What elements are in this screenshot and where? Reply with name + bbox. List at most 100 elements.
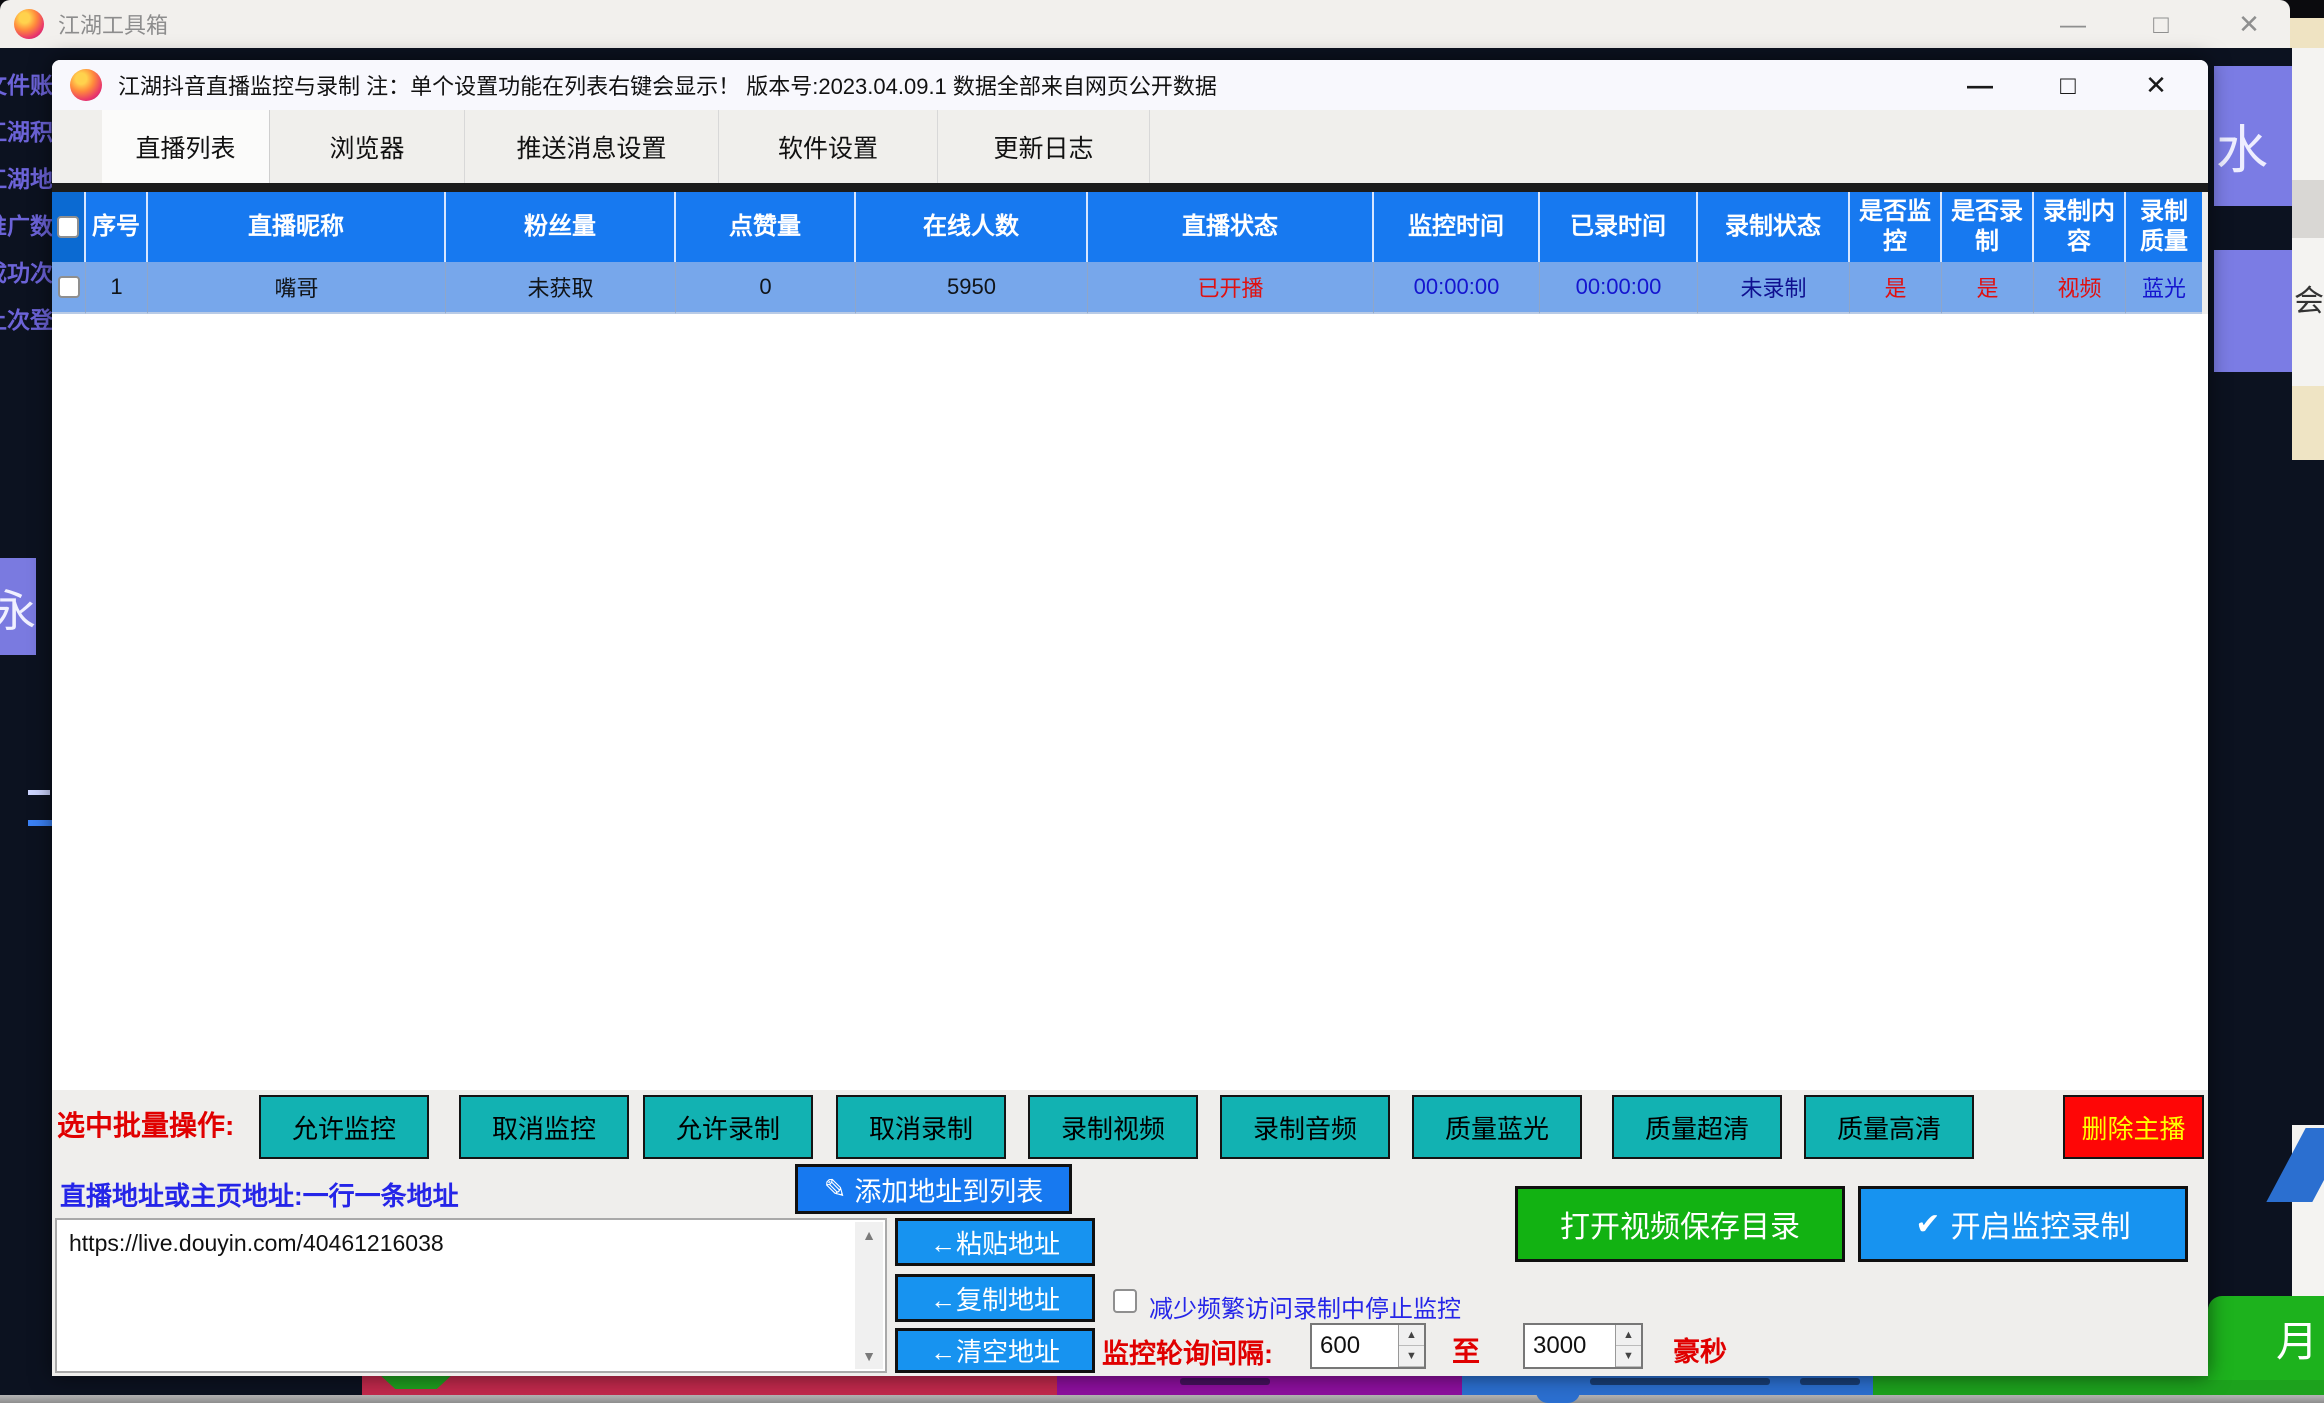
col-online: 在线人数 — [856, 192, 1088, 262]
col-monitor-time: 监控时间 — [1374, 192, 1540, 262]
decor-bar-text — [1180, 1378, 1270, 1385]
select-all-checkbox[interactable] — [57, 216, 79, 238]
spin-down-icon[interactable]: ▼ — [1399, 1346, 1424, 1367]
add-address-button[interactable]: ✎ 添加地址到列表 — [795, 1164, 1072, 1214]
col-likes: 点赞量 — [676, 192, 856, 262]
cancel-monitor-button[interactable]: 取消监控 — [459, 1095, 629, 1159]
interval-max-spinner: ▲ ▼ — [1523, 1323, 1643, 1369]
reduce-access-checkbox[interactable] — [1113, 1289, 1137, 1313]
outer-minimize-button[interactable]: — — [2052, 3, 2094, 45]
right-purple-button-shui[interactable]: 水 — [2214, 66, 2292, 206]
outer-close-button[interactable]: ✕ — [2228, 3, 2270, 45]
allow-record-button[interactable]: 允许录制 — [643, 1095, 813, 1159]
cell-monitor-time: 00:00:00 — [1374, 262, 1540, 314]
background-right-dark — [2292, 460, 2324, 1125]
allow-monitor-button[interactable]: 允许监控 — [259, 1095, 429, 1159]
shui-label: 水 — [2216, 122, 2268, 180]
dialog-maximize-button[interactable]: □ — [2046, 63, 2090, 107]
paste-address-button[interactable]: ←粘贴地址 — [895, 1218, 1095, 1266]
header-checkbox-cell — [52, 192, 86, 262]
dialog-close-button[interactable]: ✕ — [2134, 63, 2178, 107]
interval-min-input[interactable] — [1312, 1325, 1398, 1367]
scroll-down-icon[interactable]: ▼ — [855, 1343, 883, 1369]
background-right-beige — [2292, 386, 2324, 460]
cell-is-monitor: 是 — [1850, 262, 1942, 314]
dialog-minimize-button[interactable]: — — [1958, 63, 2002, 107]
spin-up-icon[interactable]: ▲ — [1399, 1325, 1424, 1346]
cell-index: 1 — [86, 262, 148, 314]
interval-max-input[interactable] — [1525, 1325, 1615, 1367]
table-row[interactable]: 1 嘴哥 未获取 0 5950 已开播 00:00:00 00:00:00 未录… — [52, 262, 2208, 314]
textarea-scrollbar[interactable]: ▲ ▼ — [855, 1222, 883, 1369]
taskbar-indicator — [1536, 1391, 1580, 1403]
taskbar-bottom-strip — [0, 1395, 2324, 1403]
address-textarea[interactable]: https://live.douyin.com/40461216038 — [57, 1220, 885, 1371]
delete-streamer-button[interactable]: 删除主播 — [2063, 1095, 2204, 1159]
copy-address-button[interactable]: ←复制地址 — [895, 1274, 1095, 1322]
left-purple-button[interactable]: 永 — [0, 558, 36, 655]
pencil-icon: ✎ — [824, 1174, 847, 1205]
quality-hd-button[interactable]: 质量高清 — [1804, 1095, 1974, 1159]
scroll-up-icon[interactable]: ▲ — [855, 1222, 883, 1248]
dialog-title: 江湖抖音直播监控与录制 注：单个设置功能在列表右键会显示！ 版本号:2023.0… — [118, 69, 1217, 101]
bottom-bar-navy — [0, 1374, 362, 1395]
col-live-status: 直播状态 — [1088, 192, 1374, 262]
tab-changelog[interactable]: 更新日志 — [938, 110, 1150, 183]
reduce-access-label: 减少频繁访问录制中停止监控 — [1149, 1289, 1461, 1324]
outer-maximize-button[interactable]: □ — [2140, 3, 2182, 45]
cancel-record-button[interactable]: 取消录制 — [836, 1095, 1006, 1159]
record-audio-button[interactable]: 录制音频 — [1220, 1095, 1390, 1159]
spin-up-icon[interactable]: ▲ — [1616, 1325, 1641, 1346]
cell-rec-quality: 蓝光 — [2126, 262, 2202, 314]
decor-dash-blue — [28, 820, 52, 826]
tab-live-list[interactable]: 直播列表 — [102, 110, 270, 183]
app-icon — [14, 9, 44, 39]
cell-nickname: 嘴哥 — [148, 262, 446, 314]
outer-window-title: 江湖工具箱 — [58, 8, 168, 40]
row-checkbox[interactable] — [58, 276, 80, 298]
cell-live-status: 已开播 — [1088, 262, 1374, 314]
cell-fans: 未获取 — [446, 262, 676, 314]
cell-likes: 0 — [676, 262, 856, 314]
col-is-record: 是否录制 — [1942, 192, 2034, 262]
bottom-right-green-button[interactable]: 月 — [2208, 1296, 2324, 1380]
background-right-graybar — [2292, 180, 2324, 238]
row-checkbox-cell — [52, 262, 86, 314]
start-monitor-record-button[interactable]: ✔ 开启监控录制 — [1858, 1186, 2188, 1262]
col-rec-content: 录制内容 — [2034, 192, 2126, 262]
screen: 江湖工具箱 — □ ✕ 文件账 江湖积 江湖地 推广数 成功次 上次登 永 会 … — [0, 0, 2324, 1403]
cell-online: 5950 — [856, 262, 1088, 314]
decor-bar-text — [1800, 1378, 1860, 1385]
interval-min-spinner: ▲ ▼ — [1310, 1323, 1426, 1369]
dialog-app-icon — [70, 69, 102, 101]
cell-rec-content: 视频 — [2034, 262, 2126, 314]
tab-push-settings[interactable]: 推送消息设置 — [465, 110, 719, 183]
bottom-bar-crimson[interactable] — [362, 1374, 1057, 1395]
cell-rec-status: 未录制 — [1698, 262, 1850, 314]
col-rec-quality: 录制质量 — [2126, 192, 2202, 262]
quality-bluray-button[interactable]: 质量蓝光 — [1412, 1095, 1582, 1159]
add-address-label: 添加地址到列表 — [854, 1170, 1043, 1209]
cell-is-record: 是 — [1942, 262, 2034, 314]
tab-soft-settings[interactable]: 软件设置 — [719, 110, 938, 183]
spin-down-icon[interactable]: ▼ — [1616, 1346, 1641, 1367]
right-purple-button-2[interactable] — [2214, 250, 2292, 372]
tab-browser[interactable]: 浏览器 — [270, 110, 465, 183]
outer-titlebar: 江湖工具箱 — □ ✕ — [0, 0, 2290, 48]
check-icon: ✔ — [1915, 1207, 1940, 1242]
quality-uhd-button[interactable]: 质量超清 — [1612, 1095, 1782, 1159]
poll-interval-label: 监控轮询间隔: — [1102, 1332, 1273, 1371]
col-rec-status: 录制状态 — [1698, 192, 1850, 262]
open-save-dir-button[interactable]: 打开视频保存目录 — [1515, 1186, 1845, 1262]
decor-bar-text — [1590, 1378, 1770, 1385]
address-label: 直播地址或主页地址:一行一条地址 — [60, 1176, 459, 1213]
col-index: 序号 — [86, 192, 148, 262]
decor-dash-light — [28, 790, 50, 795]
tabbar: 直播列表 浏览器 推送消息设置 软件设置 更新日志 — [52, 110, 2208, 183]
background-window-corner — [2284, 18, 2324, 48]
address-textarea-wrap: https://live.douyin.com/40461216038 ▲ ▼ — [55, 1218, 887, 1373]
start-monitor-record-label: 开启监控录制 — [1951, 1202, 2131, 1246]
record-video-button[interactable]: 录制视频 — [1028, 1095, 1198, 1159]
divider — [52, 183, 2208, 192]
clear-address-button[interactable]: ←清空地址 — [895, 1328, 1095, 1373]
